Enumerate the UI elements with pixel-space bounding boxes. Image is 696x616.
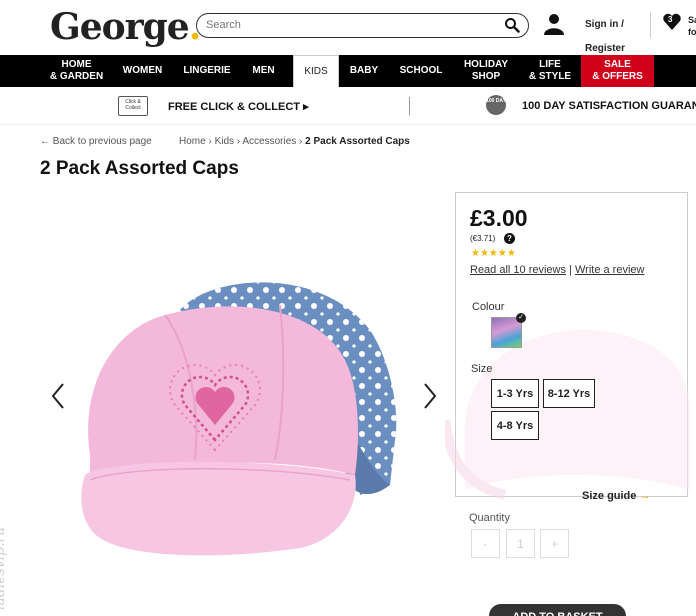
nav-label: LIFE & STYLE bbox=[529, 59, 571, 83]
george-logo[interactable]: George. bbox=[50, 6, 201, 48]
product-image[interactable] bbox=[70, 270, 420, 560]
nav-item-men[interactable]: MEN bbox=[234, 55, 293, 87]
nav-item-home-garden[interactable]: HOME & GARDEN bbox=[48, 55, 105, 87]
nav-item-holiday-shop[interactable]: HOLIDAY SHOP bbox=[453, 55, 519, 87]
help-icon[interactable]: ? bbox=[504, 233, 515, 244]
100-day-icon: 100 DAY bbox=[486, 95, 506, 115]
size-button-8-12[interactable]: 8-12 Yrs bbox=[543, 379, 595, 408]
basket-count: 3 bbox=[668, 15, 673, 24]
quantity-input[interactable]: 1 bbox=[506, 529, 535, 558]
nav-item-kids[interactable]: KIDS bbox=[293, 55, 339, 87]
size-button-4-8[interactable]: 4-8 Yrs bbox=[491, 411, 539, 440]
quantity-minus-button[interactable]: - bbox=[471, 529, 500, 558]
breadcrumb-kids[interactable]: Kids bbox=[215, 136, 234, 147]
nav-item-sale-offers[interactable]: SALE & OFFERS bbox=[581, 55, 654, 87]
page-title: 2 Pack Assorted Caps bbox=[40, 158, 239, 179]
nav-label-line-1: HOME bbox=[61, 59, 92, 70]
click-collect-link[interactable]: FREE CLICK & COLLECT ▸ bbox=[168, 100, 309, 113]
register-link[interactable]: Register bbox=[585, 43, 625, 54]
nav-item-women[interactable]: WOMEN bbox=[105, 55, 180, 87]
nav-label: BABY bbox=[349, 65, 379, 76]
size-guide-link[interactable]: Size guide → bbox=[582, 490, 650, 502]
breadcrumb: Home › Kids › Accessories › 2 Pack Assor… bbox=[179, 136, 410, 147]
nav-label: MEN bbox=[252, 65, 275, 76]
price-eur: (€3.71) bbox=[470, 234, 496, 243]
reviews-links: Read all 10 reviews | Write a review bbox=[470, 264, 645, 276]
promo-bar: Click & Collect FREE CLICK & COLLECT ▸ 1… bbox=[0, 87, 696, 125]
rating-stars: ★★★★★ bbox=[471, 248, 516, 259]
satisfaction-guarantee-link[interactable]: 100 DAY SATISFACTION GUARANTEE bbox=[522, 100, 696, 112]
nav-label: LINGERIE bbox=[183, 65, 231, 76]
breadcrumb-home[interactable]: Home bbox=[179, 136, 206, 147]
click-collect-text: FREE CLICK & COLLECT bbox=[168, 101, 300, 113]
site-header: George. Sign in / Register 3 Sa fo bbox=[0, 0, 696, 55]
read-reviews-link[interactable]: Read all 10 reviews bbox=[470, 264, 566, 276]
signin-link[interactable]: Sign in / bbox=[585, 19, 624, 30]
write-review-link[interactable]: Write a review bbox=[575, 264, 644, 276]
nav-item-lingerie[interactable]: LINGERIE bbox=[180, 55, 234, 87]
back-arrow-icon: ← bbox=[40, 136, 50, 147]
search-icon[interactable] bbox=[504, 17, 520, 33]
size-label: Size bbox=[471, 363, 493, 375]
promo-divider bbox=[409, 97, 410, 115]
nav-label-line-1: HOLIDAY bbox=[463, 59, 509, 70]
nav-item-life-style[interactable]: LIFE & STYLE bbox=[519, 55, 581, 87]
click-collect-icon: Click & Collect bbox=[118, 96, 148, 116]
back-link[interactable]: ← Back to previous page bbox=[40, 136, 152, 147]
basket-text: Sa fo bbox=[688, 14, 696, 38]
back-link-text: Back to previous page bbox=[52, 136, 152, 147]
nav-label: KIDS bbox=[304, 65, 328, 77]
search-input[interactable] bbox=[206, 14, 496, 36]
main-nav: HOME & GARDEN WOMEN LINGERIE MEN KIDS BAB… bbox=[0, 55, 696, 87]
quantity-plus-button[interactable]: + bbox=[540, 529, 569, 558]
nav-label-line-2: & STYLE bbox=[528, 71, 572, 82]
nav-item-school[interactable]: SCHOOL bbox=[389, 55, 453, 87]
nav-label: HOLIDAY SHOP bbox=[464, 59, 508, 83]
user-icon[interactable] bbox=[543, 13, 565, 35]
arrow-right-icon: → bbox=[639, 490, 651, 502]
nav-label: SCHOOL bbox=[399, 65, 443, 76]
breadcrumb-accessories[interactable]: Accessories bbox=[242, 136, 296, 147]
colour-label: Colour bbox=[472, 301, 505, 313]
size-button-1-3[interactable]: 1-3 Yrs bbox=[491, 379, 539, 408]
product-price: £3.00 bbox=[470, 205, 528, 231]
nav-label-line-2: SHOP bbox=[471, 71, 501, 82]
nav-label-line-2: & GARDEN bbox=[49, 71, 104, 82]
watermark: ladiesvip.ru bbox=[0, 526, 8, 610]
chevron-right-icon: ▸ bbox=[303, 101, 309, 113]
search-bar[interactable] bbox=[196, 13, 529, 38]
breadcrumb-current: 2 Pack Assorted Caps bbox=[305, 136, 410, 147]
next-image-chevron-right-icon[interactable] bbox=[420, 381, 440, 411]
nav-label: HOME & GARDEN bbox=[50, 59, 103, 83]
quantity-label: Quantity bbox=[469, 512, 510, 524]
ghost-cap-image bbox=[445, 329, 690, 500]
basket-text-line-1: Sa bbox=[688, 15, 696, 25]
nav-label: WOMEN bbox=[122, 65, 163, 76]
nav-label-line-1: SALE bbox=[604, 59, 631, 70]
logo-text: George bbox=[50, 6, 190, 48]
prev-image-chevron-left-icon[interactable] bbox=[48, 381, 68, 411]
check-icon: ✓ bbox=[516, 313, 526, 323]
nav-item-baby[interactable]: BABY bbox=[339, 55, 389, 87]
add-to-basket-button[interactable]: ADD TO BASKET bbox=[489, 604, 626, 616]
nav-label: SALE & OFFERS bbox=[592, 59, 643, 83]
nav-label-line-1: LIFE bbox=[539, 59, 561, 70]
nav-label-line-2: & OFFERS bbox=[592, 71, 643, 82]
size-guide-text: Size guide bbox=[582, 490, 637, 502]
basket-text-line-2: fo bbox=[688, 27, 696, 37]
header-divider bbox=[650, 12, 651, 38]
